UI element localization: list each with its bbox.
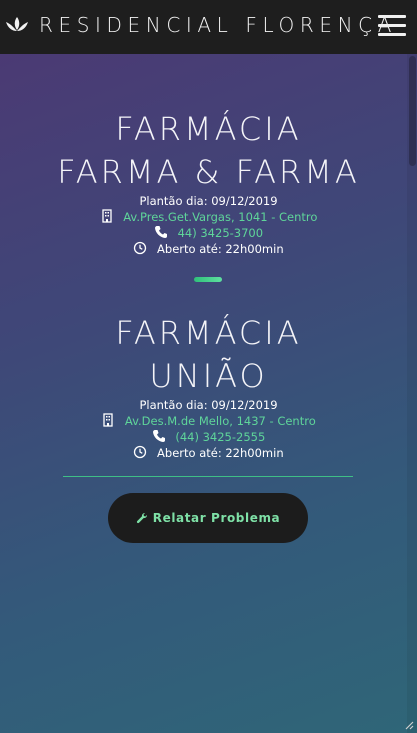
hamburger-menu-icon[interactable] [378,15,406,37]
hours-row: Aberto até: 22h00min [0,445,417,461]
address-row: Av.Des.M.de Mello, 1437 - Centro [0,413,417,429]
phone-row: 44) 3425-3700 [0,225,417,241]
scrollbar-thumb[interactable] [409,56,416,166]
section-separator [194,277,222,282]
report-problem-button[interactable]: Relatar Problema [108,493,308,543]
hours-row: Aberto até: 22h00min [0,241,417,257]
phone-row: (44) 3425-2555 [0,429,417,445]
duty-day: Plantão dia: 09/12/2019 [139,398,278,412]
pharmacy-name-line1: FARMÁCIA [115,110,302,148]
building-icon [103,413,113,427]
clock-icon [134,445,147,459]
report-problem-label: Relatar Problema [152,511,281,525]
phone-icon [152,430,165,442]
pharmacy-name-line2: UNIÃO [149,357,268,395]
address-row: Av.Pres.Get.Vargas, 1041 - Centro [0,209,417,225]
resize-handle-icon[interactable] [402,718,414,730]
lotus-icon[interactable] [5,15,29,35]
building-icon [101,209,112,223]
scrollbar[interactable] [407,54,417,733]
menu-bar [378,24,406,27]
site-brand[interactable]: RESIDENCIAL FLORENÇA [39,13,397,37]
main-content: FARMÁCIA FARMA & FARMA Plantão dia: 09/1… [0,54,417,733]
pharmacy-name-line1: FARMÁCIA [115,314,302,352]
hours-text: Aberto até: 22h00min [157,446,284,460]
address-link[interactable]: Av.Pres.Get.Vargas, 1041 - Centro [123,210,317,224]
phone-link[interactable]: (44) 3425-2555 [175,430,265,444]
address-link[interactable]: Av.Des.M.de Mello, 1437 - Centro [125,414,316,428]
hours-text: Aberto até: 22h00min [157,242,284,256]
pharmacy-name-line2: FARMA & FARMA [57,153,360,191]
menu-bar [378,33,406,36]
clock-icon [134,241,147,255]
divider-line [63,476,353,477]
menu-bar [378,15,406,18]
duty-day: Plantão dia: 09/12/2019 [139,194,278,208]
phone-link[interactable]: 44) 3425-3700 [178,226,263,240]
phone-icon [154,226,167,238]
wrench-icon [136,513,147,524]
top-navbar: RESIDENCIAL FLORENÇA [0,0,417,54]
